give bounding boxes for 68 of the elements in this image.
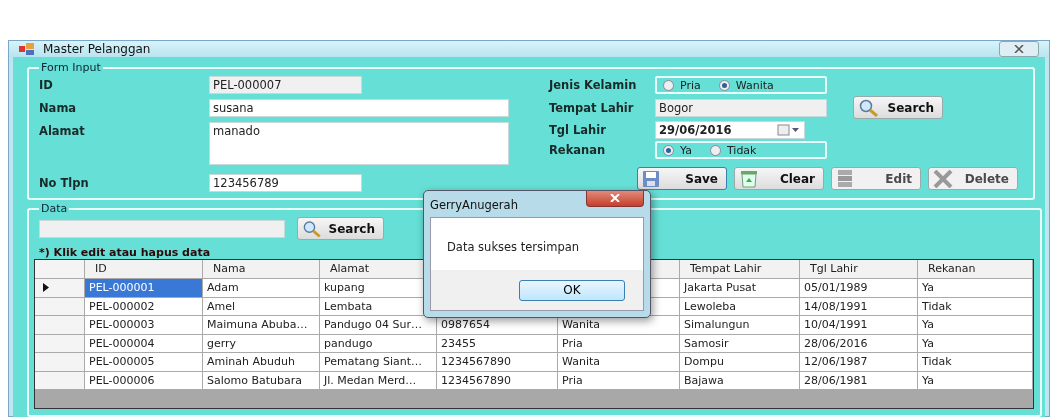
address-field[interactable]: manado (209, 122, 509, 165)
hint-text: *) Klik edit atau hapus data (39, 246, 211, 259)
field-label: Jenis Kelamin (549, 78, 638, 92)
cross-icon (933, 169, 953, 188)
field-label: No Tlpn (39, 175, 90, 190)
row-header[interactable] (35, 279, 85, 298)
close-button[interactable] (586, 191, 644, 207)
save-button[interactable]: Save (637, 167, 727, 190)
radio-option[interactable]: Tidak (709, 143, 757, 157)
table-cell: Maimuna Abuba… (203, 316, 320, 335)
search-button[interactable]: Search (853, 96, 943, 119)
table-cell: Ya (918, 316, 1033, 335)
table-cell: Aminah Abuduh (203, 353, 320, 372)
text-field[interactable]: susana (209, 99, 509, 117)
table-cell: Pandugo 04 Sur… (320, 316, 437, 335)
app-icon (19, 42, 35, 56)
phone-field[interactable]: 123456789 (209, 174, 362, 192)
field-label: Nama (39, 100, 78, 115)
search-field[interactable] (39, 219, 285, 238)
field-label: ID (39, 77, 54, 92)
table-cell: PEL-000005 (85, 353, 203, 372)
table-cell: PEL-000003 (85, 316, 203, 335)
id-field[interactable]: PEL-000007 (209, 76, 362, 94)
calendar-dropdown-icon[interactable] (777, 124, 801, 136)
search-button[interactable]: Search (297, 217, 384, 240)
current-row-icon (43, 283, 49, 293)
column-header[interactable]: Tempat Lahir (680, 260, 800, 279)
table-cell: Wanita (558, 316, 680, 335)
field-label: Tgl Lahir (549, 123, 607, 137)
table-cell: 1234567890 (437, 353, 558, 372)
group-title: Data (40, 202, 69, 215)
ok-button[interactable]: OK (519, 279, 625, 301)
table-cell: PEL-000001 (85, 279, 203, 298)
search-icon (858, 98, 880, 117)
radio-option[interactable]: Pria (663, 78, 701, 92)
group-title: Form Input (40, 61, 102, 74)
table-cell: 12/06/1987 (800, 353, 918, 372)
table-cell: Simalungun (680, 316, 800, 335)
radio-option[interactable]: Wanita (718, 78, 774, 92)
column-header[interactable]: Tgl Lahir (800, 260, 918, 279)
dialog-title: GerryAnugerah (430, 197, 518, 212)
recycle-bin-icon (739, 169, 759, 188)
database-icon (836, 168, 854, 189)
field-label: Alamat (39, 123, 86, 138)
table-cell: Ya (918, 279, 1033, 298)
column-header[interactable]: ID (85, 260, 203, 279)
table-cell: Pematang Siant… (320, 353, 437, 372)
table-cell: Dompu (680, 353, 800, 372)
table-cell: 10/04/1991 (800, 316, 918, 335)
dialog-message: Data sukses tersimpan (447, 240, 580, 254)
radio-option[interactable]: Ya (663, 143, 692, 157)
search-icon (302, 219, 323, 238)
column-header[interactable]: Nama (203, 260, 320, 279)
table-cell: 05/01/1989 (800, 279, 918, 298)
date-picker[interactable]: 29/06/2016 (655, 121, 805, 139)
table-cell: Tidak (918, 353, 1033, 372)
column-header[interactable]: Rekanan (918, 260, 1033, 279)
window-title: Master Pelanggan (43, 42, 151, 56)
close-icon (1014, 45, 1024, 53)
table-cell: Wanita (558, 353, 680, 372)
table-cell: Adam (203, 279, 320, 298)
close-button[interactable] (999, 41, 1039, 57)
field-label: Tempat Lahir (549, 100, 635, 115)
field-label: Rekanan (549, 143, 607, 157)
table-cell: Jakarta Pusat (680, 279, 800, 298)
clear-button[interactable]: Clear (734, 167, 824, 190)
close-icon (610, 194, 620, 202)
birthplace-field[interactable]: Bogor (655, 98, 827, 117)
